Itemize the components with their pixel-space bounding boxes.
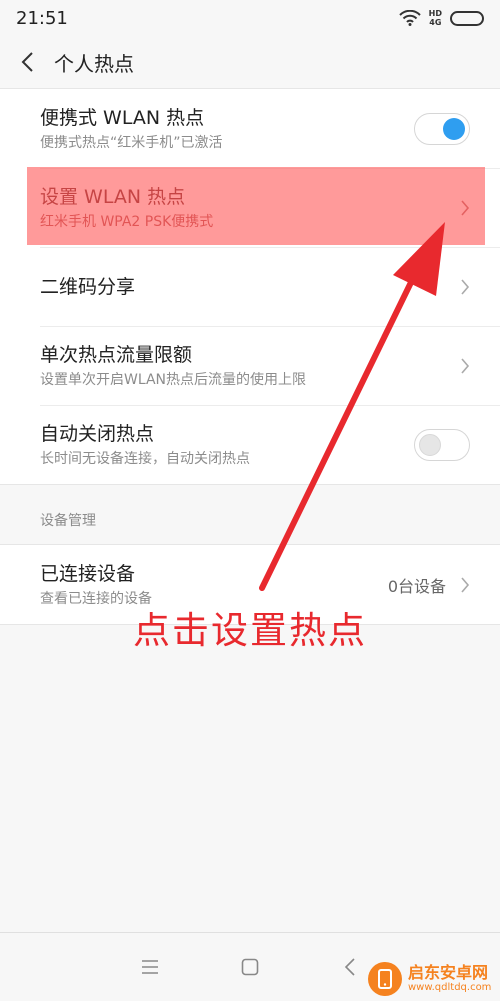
setting-title: 单次热点流量限额 [40,343,193,366]
status-bar: 21:51 HD 4G [0,0,500,36]
setting-data-limit[interactable]: 单次热点流量限额 设置单次开启WLAN热点后流量的使用上限 [0,326,500,405]
network-indicator: HD 4G [429,9,442,27]
hotspot-toggle[interactable] [414,112,470,145]
back-icon [344,958,355,976]
watermark-title: 启东安卓网 [408,963,489,982]
battery-icon [450,10,484,26]
home-button[interactable] [235,952,265,982]
chevron-right-icon [461,278,470,295]
section-header-device-management: 设备管理 [40,513,96,529]
annotation-text: 点击设置热点 [133,609,367,652]
setting-title: 设置 WLAN 热点 [40,185,186,208]
auto-close-toggle[interactable] [414,428,470,461]
setting-subtitle: 红米手机 WPA2 PSK便携式 [40,213,214,230]
home-icon [241,958,259,976]
menu-button[interactable] [135,952,165,982]
watermark-phone-icon [378,969,392,989]
chevron-right-icon [461,357,470,374]
watermark-logo-icon [368,962,402,996]
hotspot-settings-list: 便携式 WLAN 热点 便携式热点“红米手机”已激活 设置 WLAN 热点 红米… [0,88,500,485]
watermark-url: www.qdltdq.com [408,982,492,993]
network-type: 4G [429,18,442,27]
page-title: 个人热点 [54,51,134,76]
watermark-text: 启东安卓网 www.qdltdq.com [408,964,491,994]
title-bar: 个人热点 [0,36,500,88]
wifi-icon [398,10,421,26]
setting-title: 二维码分享 [40,275,136,298]
menu-icon [142,960,158,974]
setting-qr-share[interactable]: 二维码分享 [0,247,500,326]
setting-auto-close[interactable]: 自动关闭热点 长时间无设备连接，自动关闭热点 [0,405,500,484]
status-icons: HD 4G [398,9,484,27]
setting-subtitle: 设置单次开启WLAN热点后流量的使用上限 [40,371,307,388]
back-chevron-icon [21,52,33,72]
hd-badge: HD [428,9,442,18]
device-count: 0台设备 [387,576,446,596]
setting-portable-wlan-hotspot[interactable]: 便携式 WLAN 热点 便携式热点“红米手机”已激活 [0,89,500,168]
chevron-right-icon [461,199,470,216]
chevron-right-icon [461,576,470,593]
back-button[interactable] [0,36,54,88]
setting-configure-wlan-hotspot[interactable]: 设置 WLAN 热点 红米手机 WPA2 PSK便携式 [0,168,500,247]
nav-back-button[interactable] [335,952,365,982]
watermark: 启东安卓网 www.qdltdq.com [368,962,491,996]
status-time: 21:51 [16,7,68,29]
